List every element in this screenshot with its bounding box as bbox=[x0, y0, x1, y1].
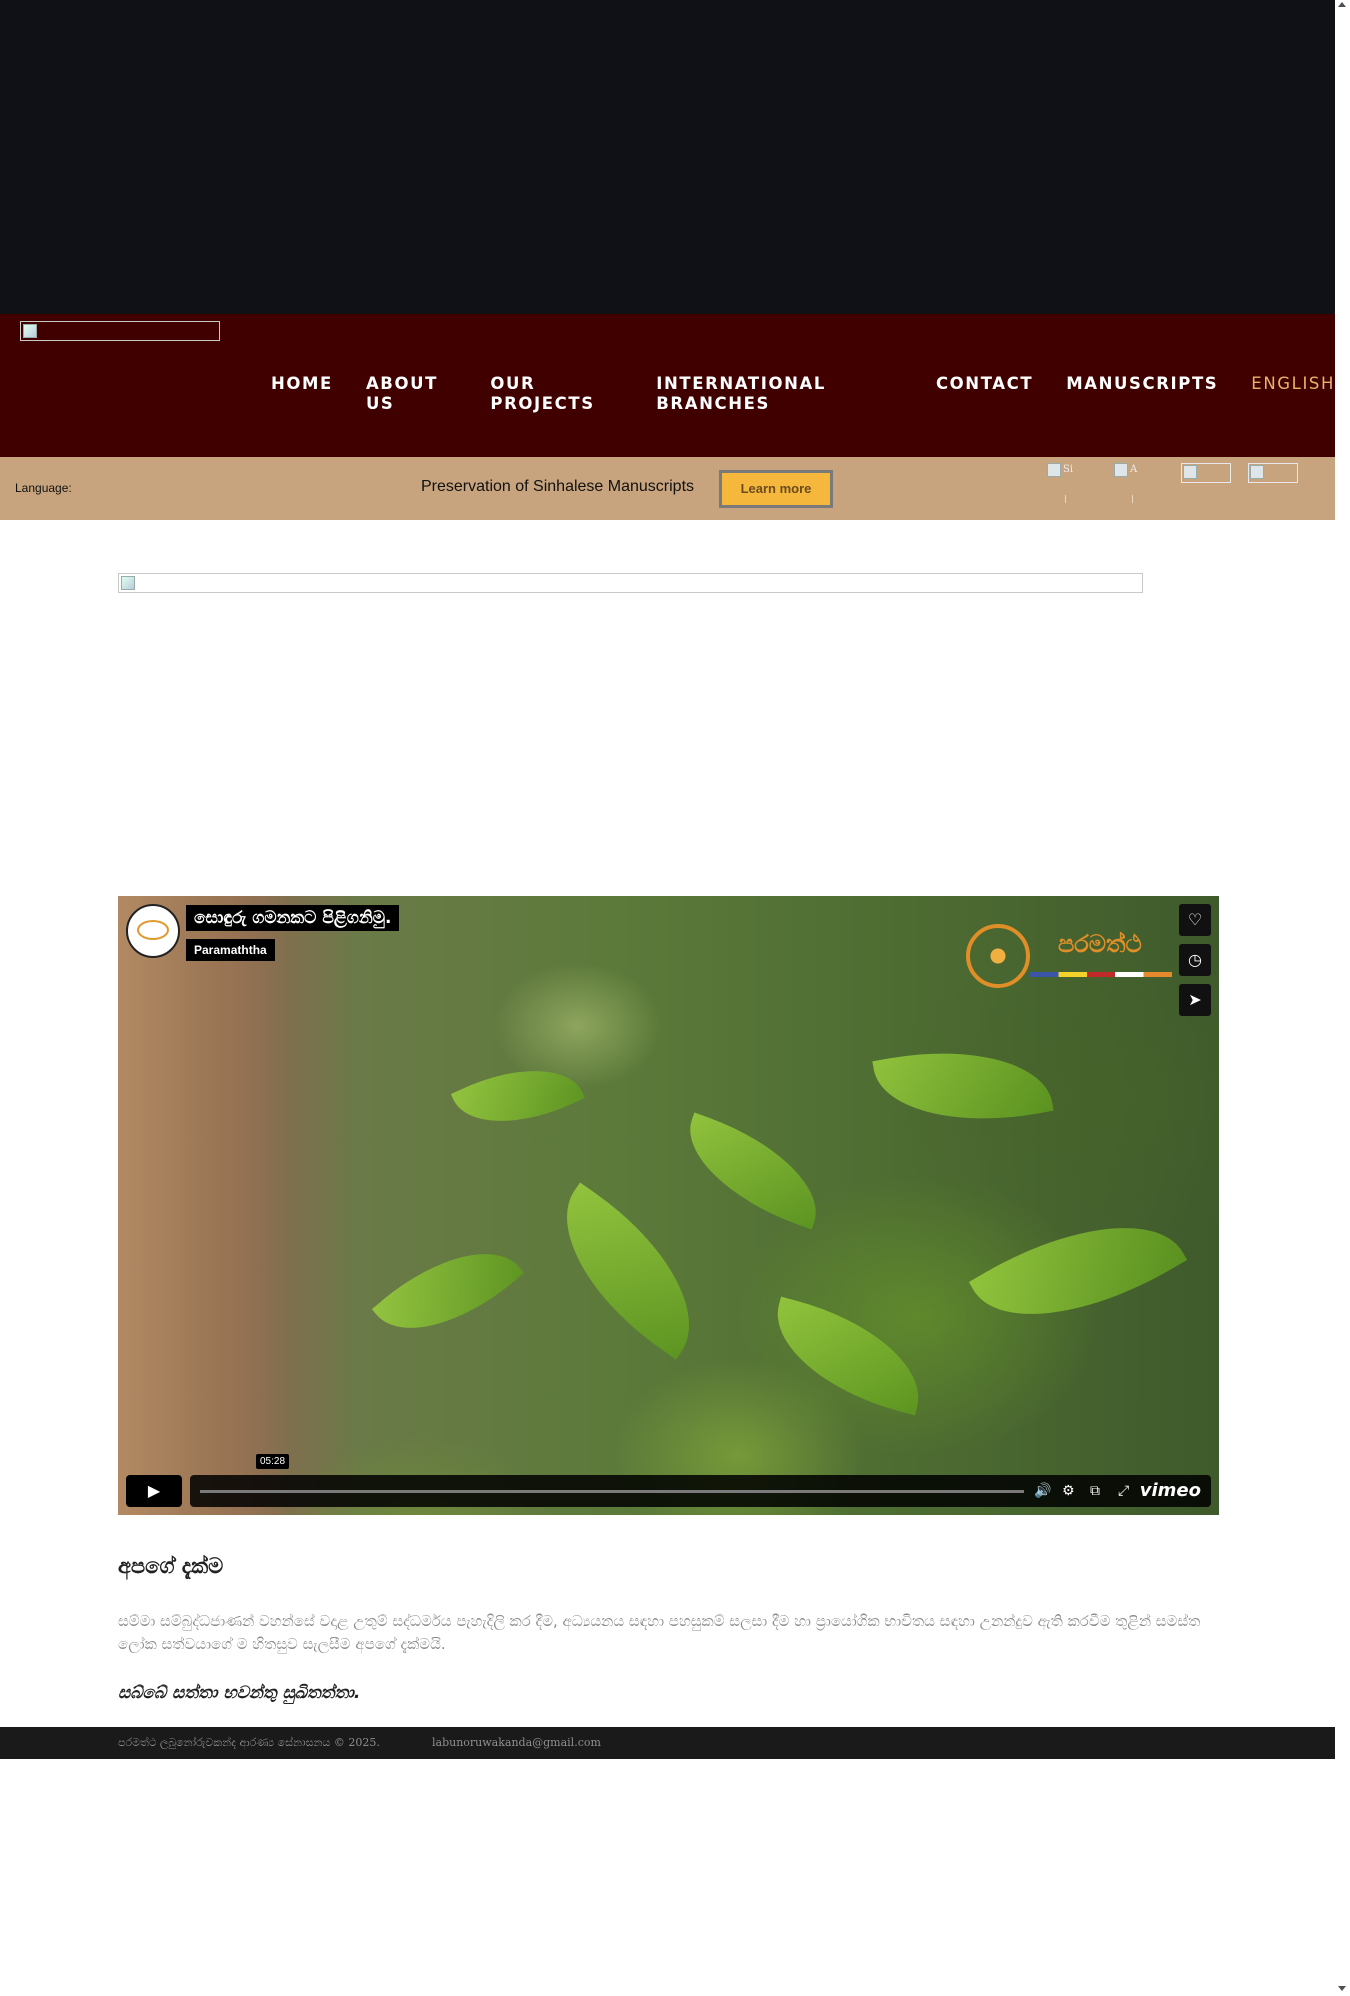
clock-icon[interactable]: ◷ bbox=[1179, 944, 1211, 976]
nav-contact[interactable]: CONTACT bbox=[936, 374, 1033, 414]
duration-tooltip: 05:28 bbox=[256, 1454, 290, 1469]
flag-divider bbox=[1065, 495, 1066, 503]
announcement-text: Preservation of Sinhalese Manuscripts bbox=[421, 478, 695, 495]
send-icon[interactable]: ➤ bbox=[1179, 984, 1211, 1016]
page: HOME ABOUT US OUR PROJECTS INTERNATIONAL… bbox=[0, 0, 1350, 1996]
control-bar: 05:28 🔊 ⚙ ⧉ ⤢ vimeo bbox=[190, 1454, 1211, 1507]
language-flag-4[interactable] bbox=[1248, 463, 1298, 483]
video-frame-leaf bbox=[450, 1043, 586, 1149]
video-frame-background bbox=[118, 896, 288, 1515]
nav-our-projects[interactable]: OUR PROJECTS bbox=[490, 374, 623, 414]
video-frame-leaf bbox=[670, 1112, 836, 1230]
volume-icon[interactable]: 🔊 bbox=[1034, 1475, 1051, 1507]
video-controls: ▶ 05:28 🔊 ⚙ ⧉ ⤢ vimeo bbox=[126, 1454, 1211, 1507]
nav-about-us[interactable]: ABOUT US bbox=[366, 374, 457, 414]
flag-alt-text: A bbox=[1130, 464, 1138, 475]
nav-home[interactable]: HOME bbox=[271, 374, 333, 414]
site-header: HOME ABOUT US OUR PROJECTS INTERNATIONAL… bbox=[0, 314, 1335, 457]
language-flag-3[interactable] bbox=[1181, 463, 1231, 483]
nav-language-english[interactable]: ENGLISH bbox=[1251, 374, 1335, 414]
channel-avatar[interactable] bbox=[126, 904, 180, 958]
progress-track[interactable] bbox=[200, 1490, 1024, 1493]
vision-text: සම්මා සම්බුද්ධජාණන් වහන්සේ වදාළ උතුම් සද… bbox=[118, 1612, 1201, 1653]
pip-icon[interactable]: ⧉ bbox=[1090, 1475, 1100, 1507]
scroll-down-arrow-icon[interactable] bbox=[1338, 1986, 1346, 1991]
content-column: HOME ABOUT US OUR PROJECTS INTERNATIONAL… bbox=[0, 0, 1335, 1996]
flag-icon bbox=[1114, 463, 1128, 477]
channel-logo-icon bbox=[137, 920, 169, 940]
learn-more-button[interactable]: Learn more bbox=[719, 470, 833, 508]
site-logo[interactable] bbox=[20, 321, 220, 341]
flag-divider bbox=[1132, 495, 1133, 503]
language-flag-2[interactable]: A bbox=[1114, 463, 1164, 503]
top-banner-area bbox=[0, 0, 1335, 314]
flag-stripe bbox=[1030, 972, 1172, 977]
blessing-text: සබ්බේ සත්තා භවන්තු සුඛිතත්තා. bbox=[118, 1683, 361, 1703]
broken-image-icon bbox=[23, 324, 37, 338]
flag-alt-text: Si bbox=[1063, 464, 1074, 475]
footer-copyright: පරමත්ථ ලබුනෝරුවකන්ද ආරණ්‍ය සේනාසනය © 202… bbox=[118, 1736, 380, 1749]
flag-icon bbox=[1183, 465, 1197, 479]
page-scrollbar[interactable] bbox=[1335, 0, 1350, 1996]
video-frame-leaf bbox=[371, 1219, 525, 1363]
site-footer: පරමත්ථ ලබුනෝරුවකන්ද ආරණ්‍ය සේනාසනය © 202… bbox=[0, 1727, 1335, 1759]
footer-email[interactable]: labunoruwakanda@gmail.com bbox=[432, 1736, 601, 1749]
announcement-bar: Language: Preservation of Sinhalese Manu… bbox=[0, 457, 1335, 520]
heart-icon[interactable]: ♡ bbox=[1179, 904, 1211, 936]
language-label: Language: bbox=[15, 481, 72, 495]
video-channel[interactable]: Paramaththa bbox=[186, 939, 275, 961]
logo-text: පරමත්ථ bbox=[1058, 930, 1142, 958]
video-frame-leaf bbox=[528, 1182, 728, 1360]
nav-manuscripts[interactable]: MANUSCRIPTS bbox=[1066, 374, 1218, 414]
broken-image-icon bbox=[121, 576, 135, 590]
fullscreen-icon[interactable]: ⤢ bbox=[1118, 1475, 1129, 1507]
play-icon[interactable]: ▶ bbox=[126, 1475, 182, 1507]
video-player[interactable]: සොඳුරු ගමනකට පිළිගනිමු. Paramaththa ♡ ◷ … bbox=[118, 896, 1219, 1515]
language-flag-1[interactable]: Si bbox=[1047, 463, 1097, 503]
scroll-up-arrow-icon[interactable] bbox=[1338, 2, 1346, 7]
vimeo-logo[interactable]: vimeo bbox=[1140, 1475, 1201, 1507]
settings-icon[interactable]: ⚙ bbox=[1062, 1475, 1075, 1507]
paramaththa-logo: පරමත්ථ bbox=[966, 924, 1174, 990]
vision-heading: අපගේ දැක්ම bbox=[118, 1554, 224, 1578]
main-nav: HOME ABOUT US OUR PROJECTS INTERNATIONAL… bbox=[271, 374, 1335, 414]
nav-international-branches[interactable]: INTERNATIONAL BRANCHES bbox=[656, 374, 903, 414]
video-frame-leaf bbox=[760, 1296, 936, 1416]
video-frame-leaf bbox=[872, 1031, 1054, 1141]
video-frame-leaf bbox=[968, 1182, 1188, 1360]
video-title[interactable]: සොඳුරු ගමනකට පිළිගනිමු. bbox=[186, 905, 400, 931]
flag-icon bbox=[1047, 463, 1061, 477]
dharma-wheel-icon bbox=[966, 924, 1030, 988]
flag-icon bbox=[1250, 465, 1264, 479]
banner-image bbox=[118, 573, 1143, 593]
